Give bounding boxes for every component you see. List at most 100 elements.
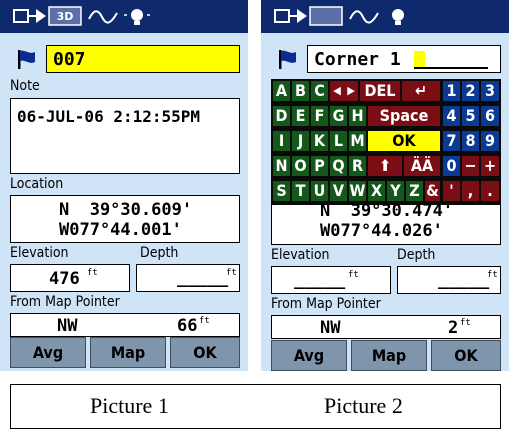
- key-o[interactable]: O: [292, 156, 309, 176]
- elevation-unit: ft: [87, 268, 98, 278]
- waypoint-name-value: Corner 1: [314, 49, 401, 70]
- elevation-label: Elevation: [271, 247, 330, 263]
- depth-label: Depth: [397, 247, 436, 263]
- key-3[interactable]: 3: [481, 81, 499, 101]
- location-field[interactable]: N 39°30.609' W077°44.001': [10, 195, 240, 243]
- key-apostrophe[interactable]: ': [443, 181, 460, 201]
- note-field[interactable]: 06-JUL-06 2:12:55PM: [10, 98, 240, 174]
- name-underline: [414, 67, 488, 69]
- key-s[interactable]: S: [273, 181, 290, 201]
- key-4[interactable]: 4: [443, 106, 460, 126]
- note-value: 06-JUL-06 2:12:55PM: [17, 107, 201, 126]
- key-right-arrow[interactable]: ▶: [344, 81, 358, 101]
- key-period[interactable]: .: [481, 181, 499, 201]
- key-z[interactable]: Z: [406, 181, 423, 201]
- key-b[interactable]: B: [292, 81, 309, 101]
- key-left-arrow[interactable]: ◀: [330, 81, 344, 101]
- map-button[interactable]: Map: [351, 340, 427, 371]
- waypoint-name-field[interactable]: 007: [46, 45, 240, 73]
- key-ampersand[interactable]: &: [425, 181, 440, 201]
- key-ok[interactable]: OK: [368, 131, 440, 151]
- ok-button[interactable]: OK: [431, 340, 501, 371]
- key-plus[interactable]: +: [481, 156, 499, 176]
- depth-field[interactable]: _____ ft: [136, 264, 240, 292]
- key-q[interactable]: Q: [330, 156, 347, 176]
- key-minus[interactable]: −: [462, 156, 479, 176]
- key-shift[interactable]: ⬆: [368, 156, 402, 176]
- screen-picture-1: 3D 007 Note 06-JUL-06 2:12:55PM Location…: [0, 0, 248, 371]
- key-a[interactable]: A: [273, 81, 290, 101]
- key-6[interactable]: 6: [481, 106, 499, 126]
- backlight-icon: [392, 9, 404, 25]
- depth-field[interactable]: _____ ft: [397, 266, 501, 294]
- waypoint-name-value: 007: [53, 49, 86, 70]
- screen-picture-2: Corner 1 A B C ◀ ▶ DEL ↵ 1 2 3 D E F G H…: [261, 0, 509, 371]
- latitude-value: N 39°30.474': [320, 201, 454, 221]
- track-icon: [349, 10, 379, 24]
- navigation-icon: [13, 9, 46, 23]
- from-map-pointer-label: From Map Pointer: [271, 296, 381, 312]
- caption-box: Picture 1 Picture 2: [10, 384, 501, 429]
- track-icon: [88, 10, 118, 24]
- key-h[interactable]: H: [349, 106, 366, 126]
- from-map-pointer-label: From Map Pointer: [10, 294, 120, 310]
- elevation-field[interactable]: 476 ft: [10, 264, 130, 292]
- note-label: Note: [10, 78, 40, 94]
- key-accents[interactable]: ÄÄ: [404, 156, 440, 176]
- key-j[interactable]: J: [292, 131, 309, 151]
- elevation-field[interactable]: _____ ft: [271, 266, 391, 294]
- key-f[interactable]: F: [311, 106, 328, 126]
- caption-picture-1: Picture 1: [90, 393, 169, 418]
- key-space[interactable]: Space: [368, 106, 440, 126]
- key-m[interactable]: M: [349, 131, 366, 151]
- backlight-icon: [124, 9, 150, 25]
- key-t[interactable]: T: [292, 181, 309, 201]
- key-y[interactable]: Y: [387, 181, 404, 201]
- avg-button[interactable]: Avg: [271, 340, 347, 371]
- waypoint-name-field[interactable]: Corner 1: [307, 45, 501, 73]
- key-del[interactable]: DEL: [360, 81, 400, 101]
- key-5[interactable]: 5: [462, 106, 479, 126]
- key-9[interactable]: 9: [481, 131, 499, 151]
- key-r[interactable]: R: [349, 156, 366, 176]
- ok-button[interactable]: OK: [170, 337, 240, 368]
- key-e[interactable]: E: [292, 106, 309, 126]
- bearing-value: NW: [320, 318, 341, 338]
- key-x[interactable]: X: [368, 181, 385, 201]
- key-0[interactable]: 0: [443, 156, 460, 176]
- key-l[interactable]: L: [330, 131, 347, 151]
- key-v[interactable]: V: [330, 181, 347, 201]
- key-i[interactable]: I: [273, 131, 290, 151]
- key-g[interactable]: G: [330, 106, 347, 126]
- 3d-map-icon: 3D: [48, 6, 82, 26]
- key-7[interactable]: 7: [443, 131, 460, 151]
- elevation-unit: ft: [348, 270, 359, 280]
- depth-unit: ft: [226, 268, 237, 278]
- on-screen-keyboard: A B C ◀ ▶ DEL ↵ 1 2 3 D E F G H Space 4 …: [271, 79, 501, 205]
- depth-unit: ft: [487, 270, 498, 280]
- key-8[interactable]: 8: [462, 131, 479, 151]
- distance-unit: ft: [460, 318, 471, 328]
- location-field[interactable]: N 39°30.474' W077°44.026': [271, 201, 501, 245]
- key-2[interactable]: 2: [462, 81, 479, 101]
- key-k[interactable]: K: [311, 131, 328, 151]
- from-map-pointer-field: NW 66 ft: [10, 313, 240, 337]
- key-p[interactable]: P: [311, 156, 328, 176]
- map-icon: [309, 6, 343, 26]
- from-map-pointer-field: NW 2 ft: [271, 315, 501, 339]
- map-button[interactable]: Map: [90, 337, 166, 368]
- key-comma[interactable]: ,: [462, 181, 479, 201]
- depth-label: Depth: [140, 245, 179, 261]
- avg-button[interactable]: Avg: [10, 337, 86, 368]
- depth-value: _____: [177, 268, 229, 288]
- key-d[interactable]: D: [273, 106, 290, 126]
- key-c[interactable]: C: [311, 81, 328, 101]
- key-n[interactable]: N: [273, 156, 290, 176]
- latitude-value: N 39°30.609': [59, 200, 193, 220]
- key-enter[interactable]: ↵: [402, 81, 440, 101]
- waypoint-flag-icon: [279, 50, 296, 69]
- key-u[interactable]: U: [311, 181, 328, 201]
- distance-value: 66: [177, 316, 198, 336]
- key-1[interactable]: 1: [443, 81, 460, 101]
- key-w[interactable]: W: [349, 181, 366, 201]
